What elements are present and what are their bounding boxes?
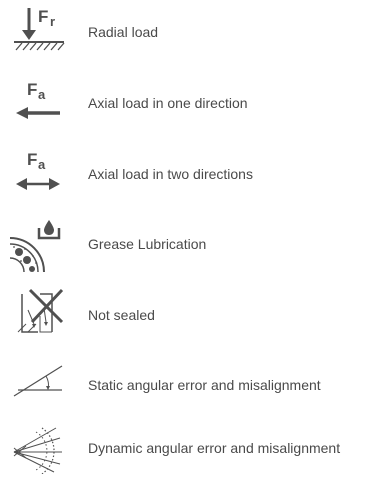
legend-item-grease-lubrication: Grease Lubrication (0, 216, 379, 272)
axial-load-two-directions-icon: F a (8, 146, 70, 202)
legend-label: Axial load in two directions (88, 166, 253, 182)
dynamic-angular-error-icon (8, 418, 70, 474)
legend-item-static-angular-error: Static angular error and misalignment (0, 356, 379, 412)
axial-load-symbol: F (27, 80, 37, 99)
axial-load-one-direction-icon: F a (8, 76, 70, 132)
radial-load-icon: F r (8, 4, 70, 60)
symbol-legend: F r Radial load F a Axial load in one di… (0, 0, 379, 477)
grease-lubrication-icon (8, 216, 70, 272)
legend-label: Grease Lubrication (88, 236, 207, 252)
not-sealed-icon (8, 286, 70, 342)
radial-load-symbol: F (38, 7, 48, 26)
legend-item-dynamic-angular-error: Dynamic angular error and misalignment (0, 418, 379, 474)
static-angular-error-icon (8, 356, 70, 412)
legend-label: Static angular error and misalignment (88, 377, 321, 393)
legend-label: Not sealed (88, 307, 155, 323)
radial-load-subscript: r (50, 14, 55, 29)
legend-item-axial-load-two-directions: F a Axial load in two directions (0, 146, 379, 202)
axial-load-subscript: a (38, 87, 46, 102)
legend-item-not-sealed: Not sealed (0, 286, 379, 342)
axial-load-symbol: F (27, 150, 37, 169)
legend-label: Radial load (88, 24, 159, 40)
legend-label: Dynamic angular error and misalignment (88, 440, 341, 456)
axial-load-subscript: a (38, 157, 46, 172)
legend-item-radial-load: F r Radial load (0, 4, 379, 60)
legend-label: Axial load in one direction (88, 95, 248, 111)
legend-item-axial-load-one-direction: F a Axial load in one direction (0, 76, 379, 132)
